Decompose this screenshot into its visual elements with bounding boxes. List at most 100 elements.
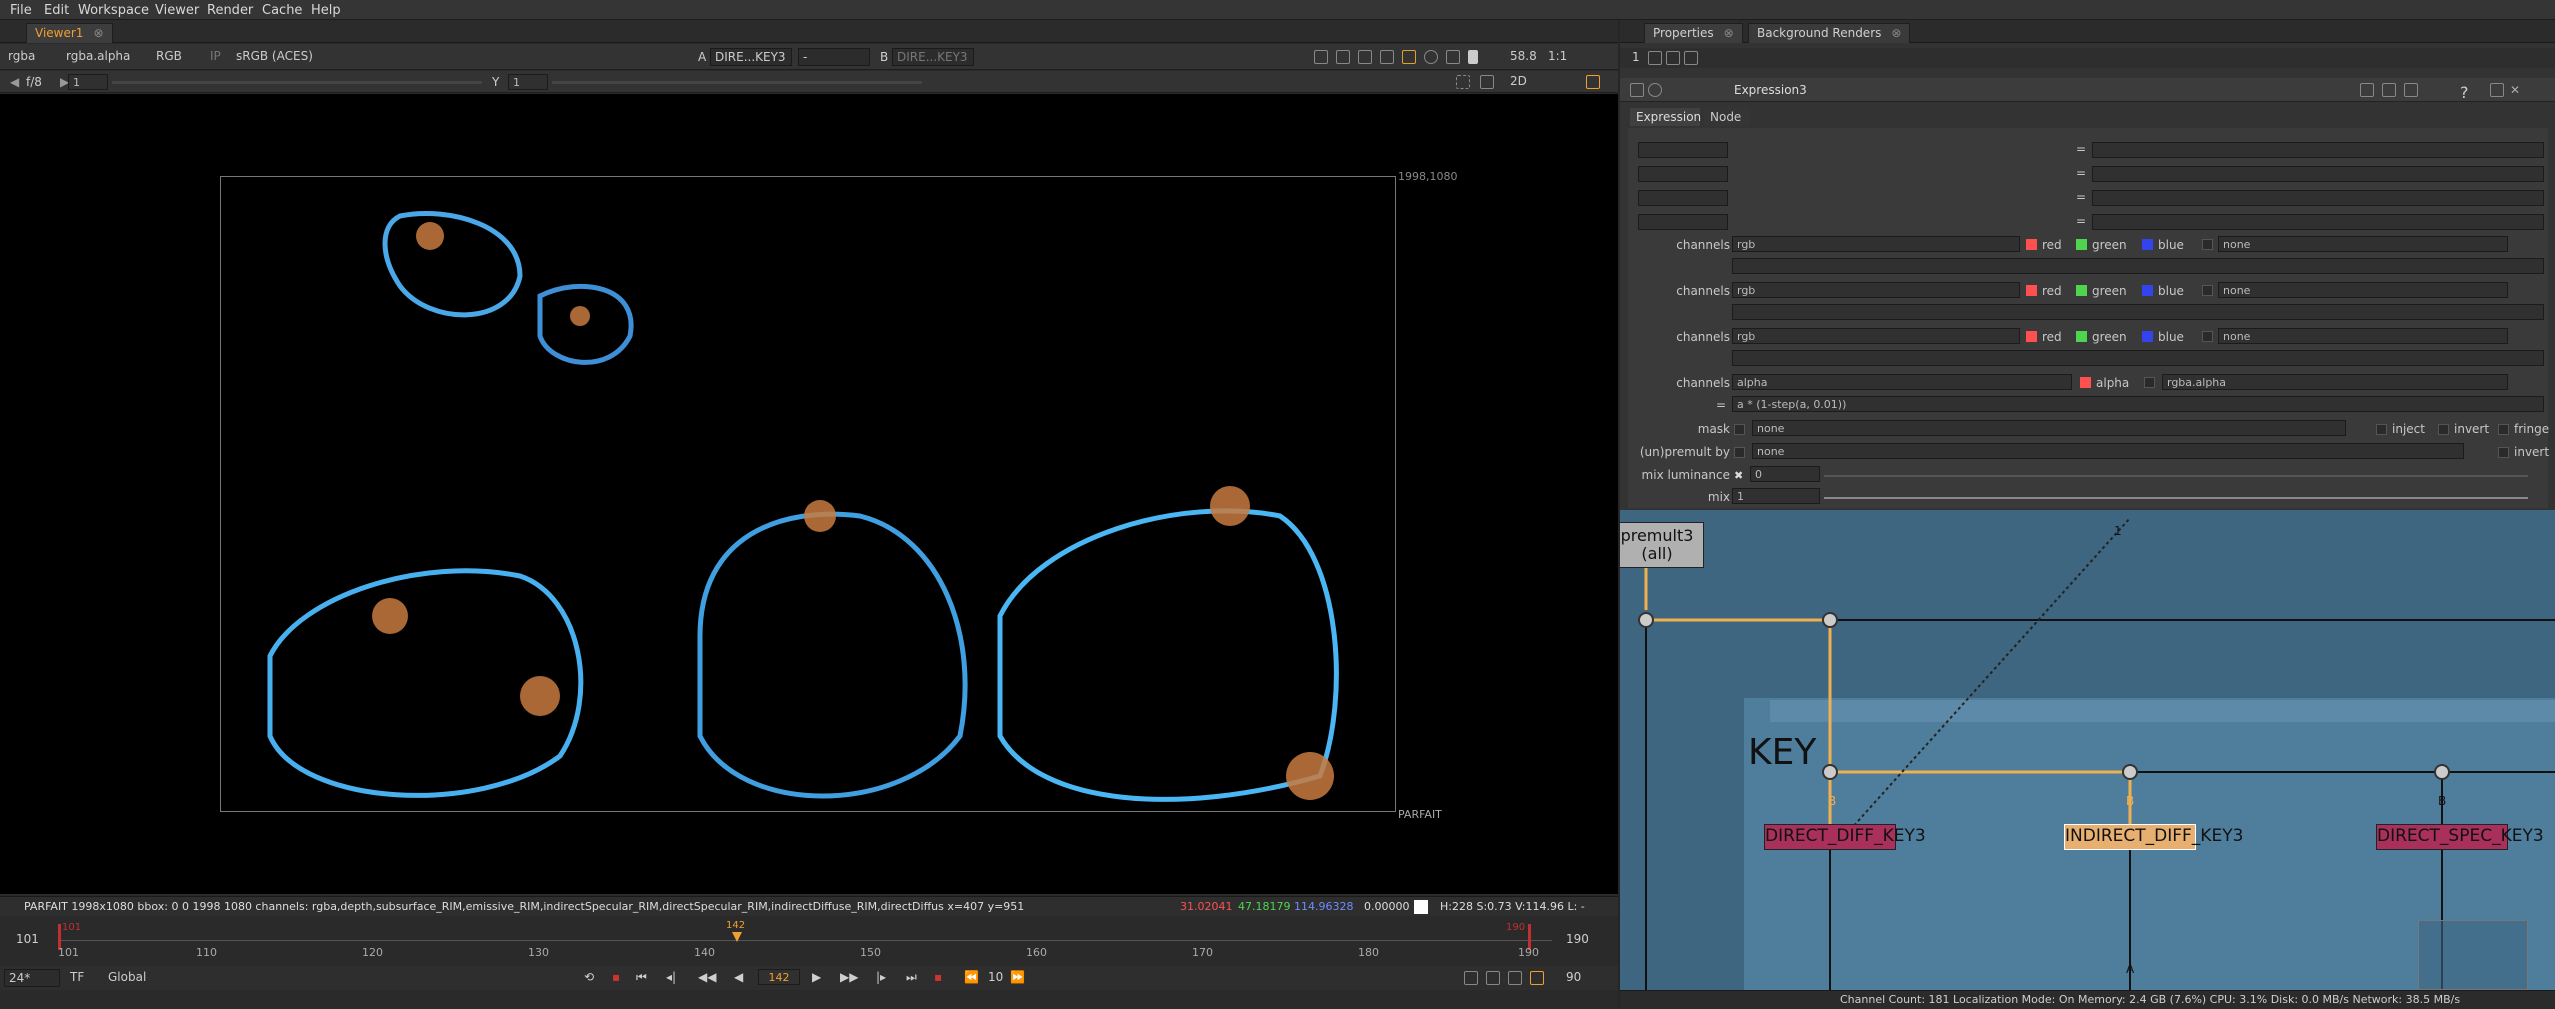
- extra-checkbox[interactable]: [2202, 239, 2213, 250]
- ratio-dropdown[interactable]: 1:1: [1544, 48, 1582, 66]
- clear-icon[interactable]: [1666, 51, 1680, 65]
- direct-diff-key-node[interactable]: DIRECT_DIFF_KEY3: [1764, 824, 1926, 850]
- lock-icon[interactable]: [1508, 971, 1522, 985]
- input-b-dropdown[interactable]: DIRE...KEY3: [892, 48, 974, 66]
- fps-dropdown[interactable]: 24*: [4, 969, 60, 987]
- play-back-icon[interactable]: ◀: [734, 970, 743, 984]
- channel-expr-field[interactable]: [1732, 258, 2544, 274]
- out-frame[interactable]: 190: [1566, 932, 1589, 946]
- loop-icon[interactable]: ⟲: [584, 970, 594, 984]
- invert-checkbox[interactable]: [2438, 424, 2449, 435]
- prev-key-icon[interactable]: ◂|: [666, 970, 676, 984]
- colorspace-dropdown[interactable]: sRGB (ACES): [232, 48, 356, 66]
- menu-render[interactable]: Render: [207, 3, 253, 18]
- extra-channel-dropdown[interactable]: none: [2218, 236, 2508, 252]
- close-icon[interactable]: ✕: [2510, 83, 2524, 97]
- pen-icon[interactable]: [1684, 51, 1698, 65]
- blue-checkbox[interactable]: [2142, 239, 2153, 250]
- extra-channel-dropdown[interactable]: none: [2218, 328, 2508, 344]
- display-dropdown[interactable]: RGB: [152, 48, 202, 66]
- menu-edit[interactable]: Edit: [44, 3, 69, 18]
- unpremult-checkbox[interactable]: [1734, 447, 1745, 458]
- node-graph[interactable]: KEY premult3 (all) B B B A 1 DIRECT_DIFF…: [1620, 510, 2555, 990]
- maximize-icon[interactable]: [2490, 83, 2504, 97]
- extra-checkbox[interactable]: [2202, 331, 2213, 342]
- channel-expr-field[interactable]: [1732, 304, 2544, 320]
- step-value[interactable]: 10: [988, 970, 1003, 984]
- tab-node[interactable]: Node: [1704, 108, 1750, 126]
- lock-icon[interactable]: [1648, 51, 1662, 65]
- red-checkbox[interactable]: [2026, 285, 2037, 296]
- proxy-icon[interactable]: [1336, 50, 1350, 64]
- dot-node[interactable]: [2122, 764, 2138, 780]
- next-frame-icon[interactable]: ▶▶: [840, 970, 858, 984]
- pause-icon[interactable]: [1468, 50, 1478, 64]
- gpu-icon[interactable]: [1402, 50, 1416, 64]
- extra-checkbox[interactable]: [2144, 377, 2155, 388]
- extra-checkbox[interactable]: [2202, 285, 2213, 296]
- alpha-expr-field[interactable]: a * (1-step(a, 0.01)): [1732, 396, 2544, 412]
- record-icon[interactable]: ▪: [612, 970, 620, 984]
- channels-dropdown[interactable]: rgb: [1732, 282, 2020, 298]
- max-panels-field[interactable]: 1: [1632, 50, 1640, 64]
- help-icon[interactable]: ?: [2460, 83, 2474, 102]
- channel-dropdown[interactable]: rgba.alpha: [62, 48, 148, 66]
- layer-dropdown[interactable]: rgba: [4, 48, 58, 66]
- red-checkbox[interactable]: [2026, 239, 2037, 250]
- gain-slider[interactable]: [112, 81, 482, 84]
- end-frame[interactable]: 90: [1566, 970, 1581, 984]
- viewer-icon[interactable]: [1464, 971, 1478, 985]
- alpha-checkbox[interactable]: [2080, 377, 2091, 388]
- temp-expr-field[interactable]: [2092, 190, 2544, 206]
- menu-cache[interactable]: Cache: [262, 3, 302, 18]
- temp-name-field[interactable]: [1638, 166, 1728, 182]
- channels-dropdown[interactable]: rgb: [1732, 328, 2020, 344]
- mix-luminance-checkbox[interactable]: ✖: [1734, 470, 1745, 481]
- green-checkbox[interactable]: [2076, 331, 2087, 342]
- gamma-slider[interactable]: [552, 81, 922, 84]
- overscan-icon[interactable]: [1486, 971, 1500, 985]
- green-checkbox[interactable]: [2076, 285, 2087, 296]
- close-icon[interactable]: ⊗: [1724, 26, 1734, 40]
- channels-dropdown[interactable]: rgb: [1732, 236, 2020, 252]
- node-color-icon[interactable]: [1648, 83, 1662, 97]
- roi-icon[interactable]: [1314, 50, 1328, 64]
- menu-file[interactable]: File: [10, 3, 32, 18]
- scope-dropdown[interactable]: Global: [104, 969, 168, 987]
- menu-viewer[interactable]: Viewer: [155, 3, 199, 18]
- last-frame-icon[interactable]: ⏭: [906, 970, 917, 985]
- stop-icon[interactable]: ▪: [934, 970, 942, 984]
- center-icon[interactable]: [1446, 50, 1460, 64]
- lut-icon[interactable]: [1380, 50, 1394, 64]
- viewport[interactable]: 1998,1080 PARFAIT: [0, 94, 1618, 894]
- zoom-dropdown[interactable]: 58.8: [1506, 48, 1546, 66]
- tab-properties[interactable]: Properties ⊗: [1644, 23, 1743, 43]
- gain-play-icon[interactable]: ◀: [10, 75, 19, 89]
- mask-dropdown[interactable]: none: [1752, 420, 2346, 436]
- play-icon[interactable]: ▶: [812, 970, 821, 984]
- mix-field[interactable]: 1: [1732, 488, 1820, 504]
- node-name-field[interactable]: Expression3: [1730, 82, 1990, 98]
- close-icon[interactable]: ⊗: [93, 26, 103, 40]
- extra-channel-dropdown[interactable]: none: [2218, 282, 2508, 298]
- dot-node[interactable]: [2434, 764, 2450, 780]
- menu-workspace[interactable]: Workspace: [78, 3, 149, 18]
- step-back-icon[interactable]: ⏪: [964, 970, 979, 984]
- channel-expr-field[interactable]: [1732, 350, 2544, 366]
- temp-name-field[interactable]: [1638, 214, 1728, 230]
- dot-node[interactable]: [1822, 764, 1838, 780]
- dot-node[interactable]: [1822, 612, 1838, 628]
- menu-help[interactable]: Help: [311, 3, 341, 18]
- alpha-channels-dropdown[interactable]: alpha: [1732, 374, 2072, 390]
- transform-icon[interactable]: [1480, 75, 1494, 89]
- tab-background-renders[interactable]: Background Renders ⊗: [1748, 23, 1911, 43]
- navigator-minimap[interactable]: [2418, 920, 2528, 990]
- temp-expr-field[interactable]: [2092, 142, 2544, 158]
- extra-channel-dropdown[interactable]: rgba.alpha: [2162, 374, 2508, 390]
- input-a-dropdown[interactable]: DIRE...KEY3: [710, 48, 792, 66]
- blue-checkbox[interactable]: [2142, 331, 2153, 342]
- invert-checkbox[interactable]: [2498, 447, 2509, 458]
- mix-luminance-field[interactable]: 0: [1750, 466, 1820, 482]
- next-key-icon[interactable]: |▸: [876, 970, 886, 984]
- prev-frame-icon[interactable]: ◀◀: [698, 970, 716, 984]
